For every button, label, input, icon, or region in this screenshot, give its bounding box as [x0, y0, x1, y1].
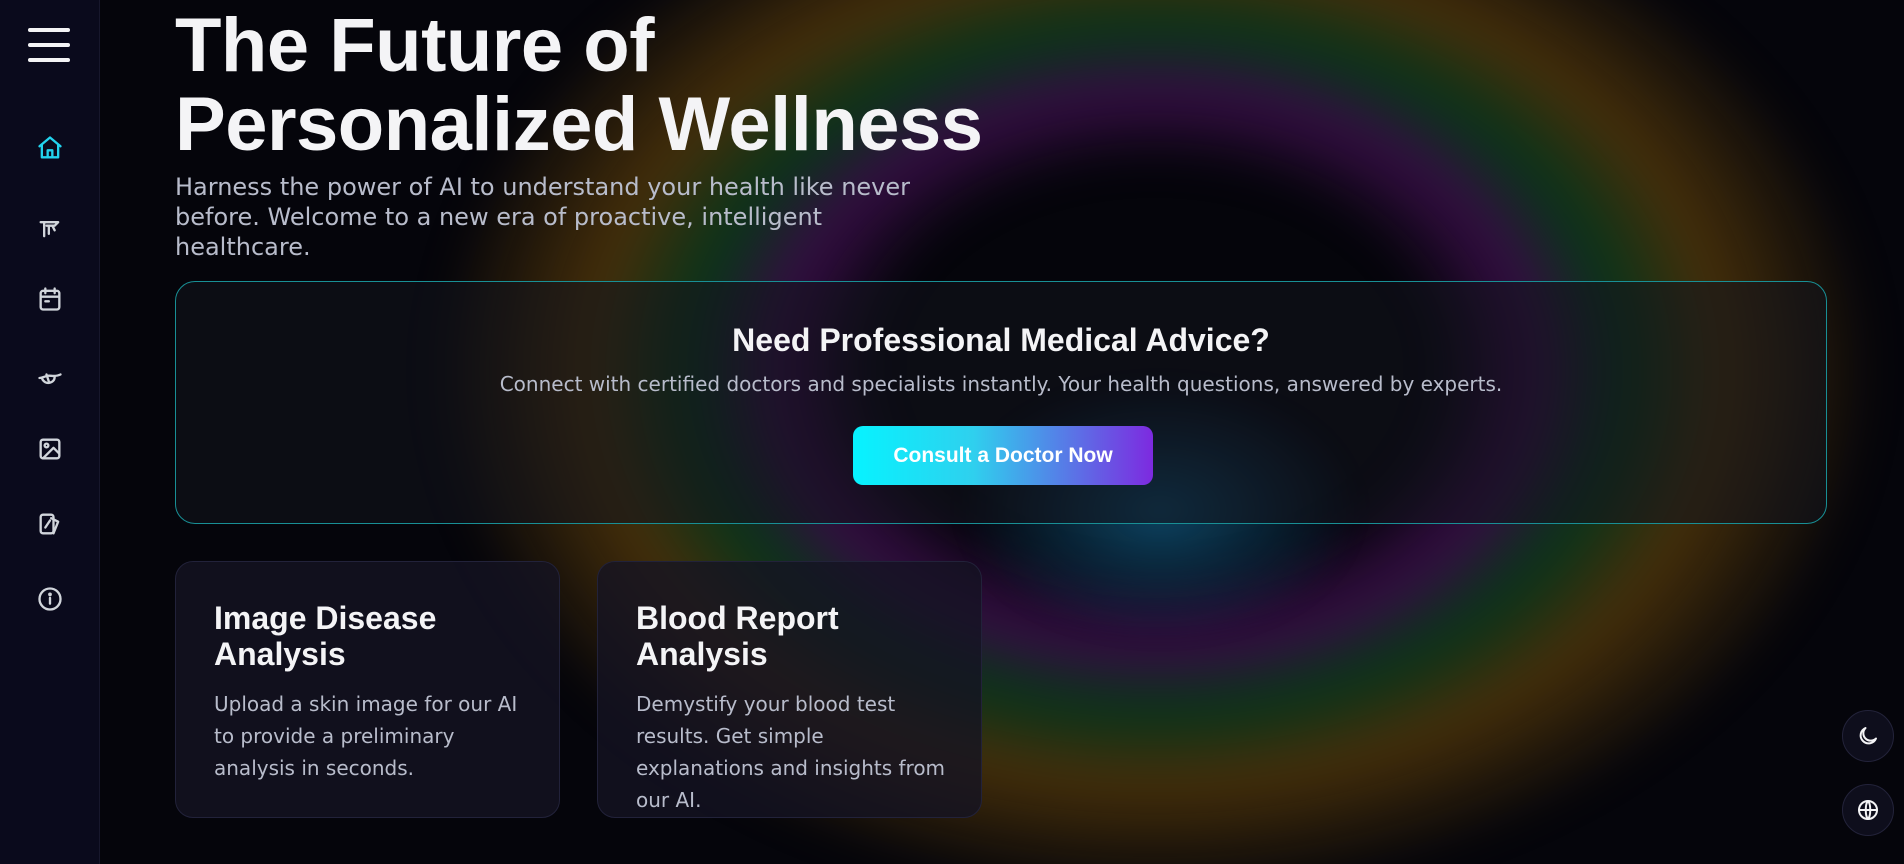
hero-subtitle-line1: Harness the power of AI to understand yo…	[175, 173, 911, 201]
calendar-icon	[39, 287, 61, 311]
hero-title: The Future of Personalized Wellness	[175, 6, 1075, 164]
medical-advice-card: Need Professional Medical Advice? Connec…	[175, 281, 1827, 524]
pill-icon	[38, 373, 62, 385]
language-button[interactable]	[1842, 784, 1894, 836]
hero-title-line2: Personalized Wellness	[175, 82, 983, 167]
moon-icon	[1859, 727, 1877, 745]
feature-card-description: Demystify your blood test results. Get s…	[636, 692, 946, 812]
menu-bar	[28, 58, 70, 62]
stethoscope-icon	[39, 221, 60, 238]
main-content: The Future of Personalized Wellness Harn…	[175, 0, 1904, 864]
hero-subtitle-line2: before. Welcome to a new era of proactiv…	[175, 203, 823, 261]
sidebar-item-appointments[interactable]	[30, 279, 70, 319]
sidebar	[0, 0, 100, 864]
image-icon	[39, 438, 61, 460]
sidebar-item-consult[interactable]	[30, 208, 70, 248]
sidebar-item-image-analysis[interactable]	[30, 429, 70, 469]
consult-doctor-button[interactable]: Consult a Doctor Now	[853, 426, 1153, 485]
sidebar-item-about[interactable]	[30, 579, 70, 619]
advice-description: Connect with certified doctors and speci…	[499, 372, 1503, 396]
sidebar-item-reports[interactable]	[30, 504, 70, 544]
home-icon	[38, 136, 62, 159]
feature-card-blood-report[interactable]: Blood Report Analysis Demystify your blo…	[597, 561, 982, 818]
info-icon	[38, 587, 62, 611]
hero-subtitle: Harness the power of AI to understand yo…	[175, 172, 955, 262]
sidebar-item-medicines[interactable]	[30, 358, 70, 398]
report-icon	[39, 513, 60, 535]
feature-card-title: Blood Report Analysis	[636, 600, 839, 672]
menu-bar	[28, 28, 70, 32]
hamburger-menu-icon[interactable]	[28, 28, 72, 62]
sidebar-item-home[interactable]	[30, 128, 70, 168]
feature-card-title: Image Disease Analysis	[214, 600, 437, 672]
feature-card-image-analysis[interactable]: Image Disease Analysis Upload a skin ima…	[175, 561, 560, 818]
feature-card-description: Upload a skin image for our AI to provid…	[214, 692, 518, 780]
globe-icon	[1858, 800, 1878, 820]
advice-title: Need Professional Medical Advice?	[732, 322, 1270, 358]
menu-bar	[28, 43, 70, 47]
app-root: The Future of Personalized Wellness Harn…	[0, 0, 1904, 864]
theme-toggle-button[interactable]	[1842, 710, 1894, 762]
hero-title-line1: The Future of	[175, 3, 655, 88]
